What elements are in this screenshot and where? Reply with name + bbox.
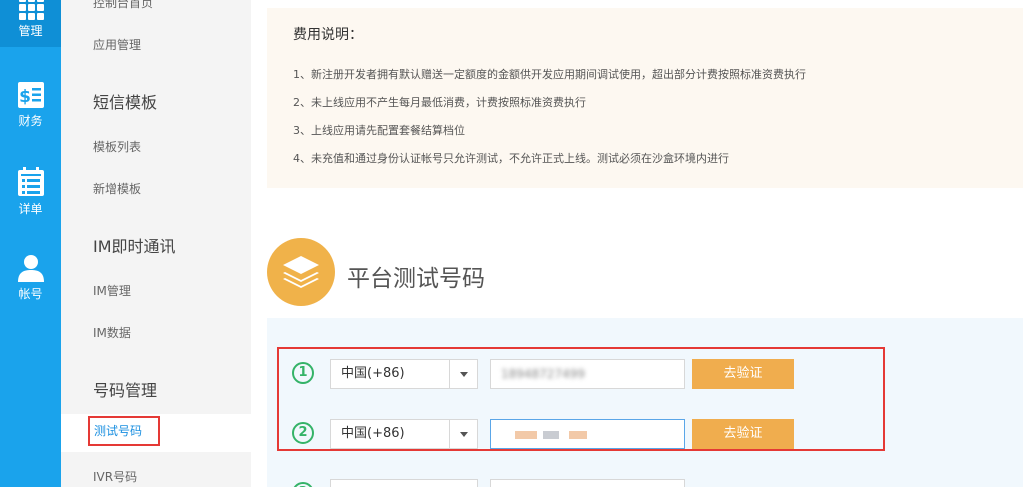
phone-input[interactable]: 18948727499 [490,359,685,389]
layers-icon [267,238,335,306]
rail-label: 管理 [18,24,43,38]
section-title: 平台测试号码 [347,266,485,292]
sidebar-item-new-template[interactable]: 新增模板 [93,180,141,197]
fee-notice: 费用说明： 1、新注册开发者拥有默认赠送一定额度的金额供开发应用期间调试使用，超… [267,8,1023,188]
blurred-text [569,431,587,439]
fee-item: 1、新注册开发者拥有默认赠送一定额度的金额供开发应用期间调试使用，超出部分计费按… [293,68,806,81]
verify-button[interactable]: 去验证 [692,419,794,449]
sidebar-section-number-manage: 号码管理 [93,381,158,400]
fee-item: 4、未充值和通过身份认证帐号只允许测试，不允许正式上线。测试必须在沙盒环境内进行 [293,152,729,165]
user-icon [17,255,44,282]
sidebar-item-test-number[interactable]: 测试号码 [88,416,160,446]
icon-rail: 管理 $ 财务 详单 帐号 [0,0,61,487]
step-number: 2 [292,422,314,444]
sidebar-item-ivr-number[interactable]: IVR号码 [93,468,137,485]
country-code-value: 中国(+86) [341,426,405,441]
fee-item: 2、未上线应用不产生每月最低消费，计费按照标准资费执行 [293,96,586,109]
sidebar-item-im-manage[interactable]: IM管理 [93,282,131,299]
finance-icon: $ [17,82,44,108]
blurred-text [543,431,559,439]
rail-item-manage[interactable]: 管理 [0,0,61,47]
phone-input[interactable] [490,419,685,449]
secondary-sidebar: 控制台首页 应用管理 短信模板 模板列表 新增模板 IM即时通讯 IM管理 IM… [61,0,251,487]
sidebar-item-console-home[interactable]: 控制台首页 [93,0,153,11]
rail-item-account[interactable]: 帐号 [0,253,61,302]
console-page: 管理 $ 财务 详单 帐号 控制台首页 应用管理 短信模板 模板列表 新增模板 … [0,0,1023,487]
svg-text:$: $ [19,87,31,107]
rail-item-detail[interactable]: 详单 [0,166,61,217]
fee-title: 费用说明： [293,27,363,43]
sidebar-item-im-data[interactable]: IM数据 [93,324,131,341]
grid-icon [18,0,44,20]
blurred-text [515,431,537,439]
rail-item-finance[interactable]: $ 财务 [0,80,61,129]
phone-input[interactable] [490,479,685,487]
chevron-down-icon [449,420,477,448]
fee-item: 3、上线应用请先配置套餐结算档位 [293,124,465,137]
sidebar-item-app-manage[interactable]: 应用管理 [93,36,141,53]
verify-button[interactable]: 去验证 [692,359,794,389]
chevron-down-icon [449,360,477,388]
sidebar-item-template-list[interactable]: 模板列表 [93,138,141,155]
calendar-list-icon [17,167,44,196]
rail-label: 财务 [18,114,43,128]
country-code-select[interactable]: 中国(+86) [330,359,478,389]
step-number: 1 [292,362,314,384]
rail-label: 详单 [18,202,43,216]
sidebar-section-im: IM即时通讯 [93,237,176,256]
country-code-select[interactable]: 中国(+86) [330,419,478,449]
phone-value: 18948727499 [501,367,585,381]
rail-label: 帐号 [18,287,43,301]
country-code-value: 中国(+86) [341,366,405,381]
sidebar-section-sms-template: 短信模板 [93,93,158,112]
country-code-select[interactable] [330,479,478,487]
